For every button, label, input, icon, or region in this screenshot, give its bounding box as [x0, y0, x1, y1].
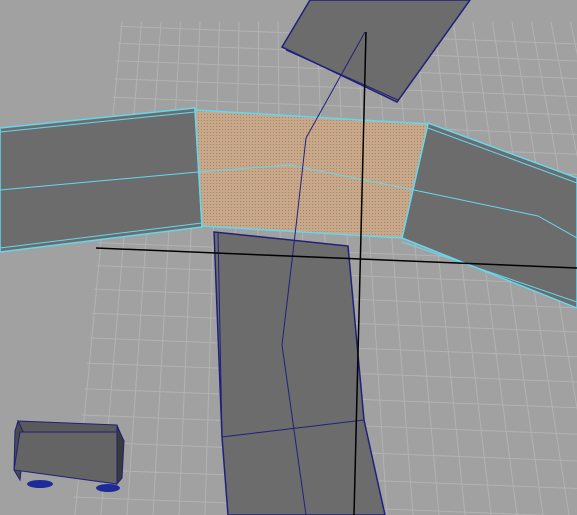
grid-line — [72, 94, 577, 116]
grid-line — [0, 22, 5, 515]
vehicle-wheel-rear — [27, 480, 53, 488]
vehicle[interactable] — [13, 419, 125, 492]
road-intersection[interactable] — [194, 109, 429, 239]
road-segment-left[interactable] — [0, 107, 203, 253]
vehicle-wheel-front — [96, 484, 120, 492]
vehicle-front — [116, 425, 125, 486]
vehicle-body — [13, 431, 118, 485]
grid-line — [178, 22, 201, 515]
grid-line — [72, 76, 577, 98]
maya-3d-viewport[interactable] — [0, 0, 577, 515]
viewport-scene[interactable] — [0, 0, 577, 515]
grid-line — [414, 22, 466, 515]
